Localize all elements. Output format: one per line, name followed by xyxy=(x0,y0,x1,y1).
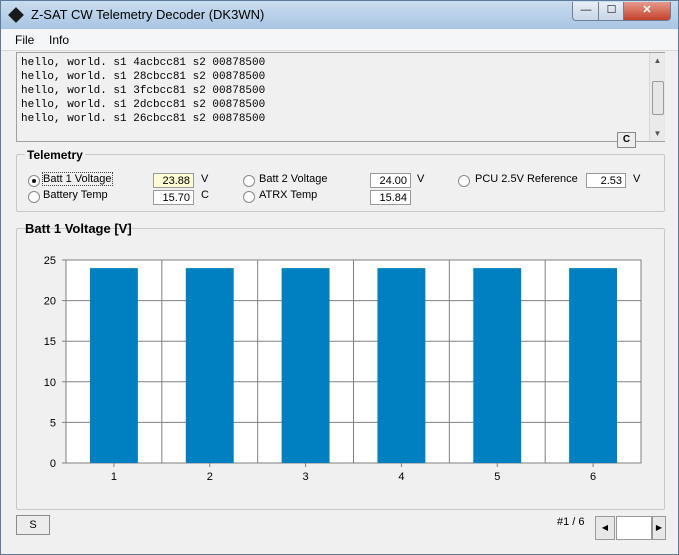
menu-file[interactable]: File xyxy=(15,33,34,47)
maximize-button[interactable]: ☐ xyxy=(598,2,625,21)
batt2-unit: V xyxy=(417,173,425,185)
console-line: hello, world. s1 26cbcc81 s2 00878500 xyxy=(21,113,266,125)
console-line: hello, world. s1 3fcbcc81 s2 00878500 xyxy=(21,85,266,97)
menu-info[interactable]: Info xyxy=(49,33,69,47)
battery-temp-unit: C xyxy=(201,189,209,201)
chart-title: Batt 1 Voltage [V] xyxy=(25,221,132,236)
pcu-label[interactable]: PCU 2.5V Reference xyxy=(475,173,578,185)
pcu-value: 2.53 xyxy=(586,173,626,188)
bar xyxy=(89,268,138,463)
battery-temp-value: 15.70 xyxy=(153,190,194,205)
scroll-up-icon[interactable]: ▲ xyxy=(650,53,665,68)
console-line: hello, world. s1 28cbcc81 s2 00878500 xyxy=(21,71,266,83)
batt2-label[interactable]: Batt 2 Voltage xyxy=(259,173,328,185)
batt1-unit: V xyxy=(201,173,209,185)
x-tick-label: 4 xyxy=(398,471,404,483)
x-tick-label: 6 xyxy=(590,471,596,483)
batt2-value: 24.00 xyxy=(370,173,411,188)
scroll-thumb[interactable] xyxy=(652,81,664,115)
console-output[interactable]: hello, world. s1 4acbcc81 s2 00878500 he… xyxy=(16,52,665,142)
menu-bar: File Info xyxy=(1,30,678,51)
batt1-label[interactable]: Batt 1 Voltage xyxy=(42,172,113,186)
prev-page-button[interactable]: ◀ xyxy=(595,516,615,540)
battery-temp-label[interactable]: Battery Temp xyxy=(43,189,108,201)
console-lines: hello, world. s1 4acbcc81 s2 00878500 he… xyxy=(21,56,265,126)
close-button[interactable]: ✕ xyxy=(623,2,671,21)
y-tick-label: 20 xyxy=(44,296,56,308)
app-icon xyxy=(8,7,24,23)
x-tick-label: 5 xyxy=(494,471,500,483)
title-bar[interactable]: Z-SAT CW Telemetry Decoder (DK3WN) — ☐ ✕ xyxy=(1,1,678,29)
next-page-button[interactable]: ▶ xyxy=(652,516,666,540)
batt2-radio[interactable] xyxy=(243,175,255,187)
minimize-button[interactable]: — xyxy=(572,2,600,21)
bar-chart: 0 5 10 15 20 25 1 2 3 4 5 6 xyxy=(44,255,642,483)
bar xyxy=(473,268,522,463)
telemetry-group-label: Telemetry xyxy=(25,148,85,162)
window-title: Z-SAT CW Telemetry Decoder (DK3WN) xyxy=(31,7,265,22)
console-scrollbar[interactable]: ▲ ▼ xyxy=(649,53,665,141)
batt1-value: 23.88 xyxy=(153,173,194,188)
bar xyxy=(281,268,330,463)
batt1-radio[interactable] xyxy=(28,175,40,187)
x-tick-label: 1 xyxy=(111,471,117,483)
telemetry-group: Telemetry Batt 1 Voltage 23.88 V Battery… xyxy=(16,148,665,212)
bar xyxy=(377,268,426,463)
x-tick-label: 3 xyxy=(303,471,309,483)
atrx-label[interactable]: ATRX Temp xyxy=(259,189,317,201)
clear-button[interactable]: C xyxy=(617,132,636,148)
s-button[interactable]: S xyxy=(16,515,50,535)
page-indicator: #1 / 6 xyxy=(557,516,585,528)
atrx-value: 15.84 xyxy=(370,190,411,205)
console-line: hello, world. s1 4acbcc81 s2 00878500 xyxy=(21,57,266,69)
bar xyxy=(185,268,234,463)
pcu-radio[interactable] xyxy=(458,175,470,187)
atrx-radio[interactable] xyxy=(243,191,255,203)
main-window: Z-SAT CW Telemetry Decoder (DK3WN) — ☐ ✕… xyxy=(0,0,679,555)
y-tick-label: 5 xyxy=(50,417,56,429)
x-tick-label: 2 xyxy=(207,471,213,483)
y-tick-label: 10 xyxy=(44,377,56,389)
page-input[interactable] xyxy=(616,516,652,540)
y-tick-label: 0 xyxy=(50,458,56,470)
y-tick-label: 15 xyxy=(44,336,56,348)
console-line: hello, world. s1 2dcbcc81 s2 00878500 xyxy=(21,99,266,111)
y-tick-label: 25 xyxy=(44,255,56,267)
scroll-down-icon[interactable]: ▼ xyxy=(650,126,665,141)
pcu-unit: V xyxy=(633,173,641,185)
battery-temp-radio[interactable] xyxy=(28,191,40,203)
bar xyxy=(569,268,618,463)
